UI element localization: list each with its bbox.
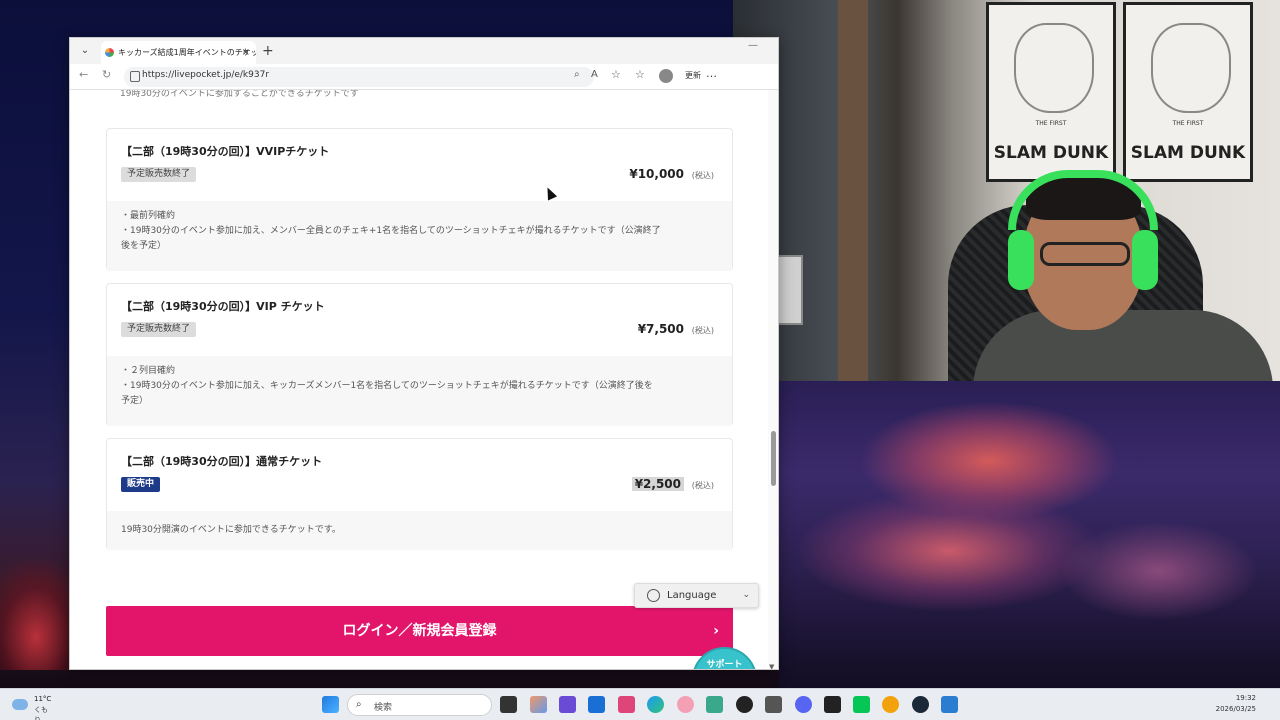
clock-date: 2026/03/25 [1215, 705, 1256, 713]
teams-icon[interactable] [559, 696, 576, 713]
browser-window: ⌄ キッカーズ結成1周年イベントのチケット × + — ← ↻ https://… [69, 37, 779, 670]
ticket-price: ¥7,500 [637, 322, 684, 336]
ticket-price: ¥2,500 [631, 477, 684, 491]
language-selector[interactable]: Language ⌄ [634, 583, 759, 608]
back-icon[interactable]: ← [79, 68, 88, 81]
ticket-card-vip[interactable]: 【二部（19時30分の回）】VIP チケット 予定販売数終了 ¥7,500 (税… [106, 283, 733, 426]
start-icon[interactable] [322, 696, 339, 713]
update-button[interactable]: 更新 [685, 70, 701, 81]
close-tab-icon[interactable]: × [242, 41, 250, 64]
store-icon[interactable] [588, 696, 605, 713]
weather-widget[interactable]: 11°C くもり [12, 694, 52, 720]
search-placeholder: 検索 [374, 703, 393, 713]
page-scrollbar[interactable]: ▼ [768, 90, 778, 669]
ticket-card-vvip[interactable]: 【二部（19時30分の回）】VVIPチケット 予定販売数終了 ¥10,000 (… [106, 128, 733, 271]
temperature: 11°C [34, 695, 52, 703]
language-label: Language [667, 590, 717, 601]
scroll-down-icon[interactable]: ▼ [769, 663, 774, 669]
poster-left-title: SLAM DUNK [993, 143, 1109, 163]
more-menu-icon[interactable]: … [706, 67, 717, 80]
site-info-icon[interactable] [130, 71, 140, 82]
discord-icon[interactable] [795, 696, 812, 713]
tax-label: (税込) [691, 481, 714, 490]
tab-title: キッカーズ結成1周年イベントのチケット [118, 48, 256, 57]
ticket-title: 【二部（19時30分の回）】VVIPチケット [121, 145, 330, 158]
previous-ticket-desc: 19時30分のイベントに参加することができるチケットです [120, 90, 359, 99]
copilot-icon[interactable] [530, 696, 547, 713]
ticket-card-regular[interactable]: 【二部（19時30分の回）】通常チケット 販売中 ¥2,500 (税込) 19時… [106, 438, 733, 550]
refresh-icon[interactable]: ↻ [102, 68, 111, 81]
profile-avatar[interactable] [659, 69, 673, 83]
cloud-icon [12, 699, 28, 710]
ticket-title: 【二部（19時30分の回）】通常チケット [121, 455, 323, 468]
read-aloud-icon[interactable]: A [591, 69, 598, 80]
status-badge: 予定販売数終了 [121, 322, 197, 337]
desc-line: ・19時30分のイベント参加に加え、メンバー全員とのチェキ+1名を指名してのツー… [121, 226, 661, 236]
glasses [1040, 242, 1130, 266]
desc-line: 19時30分開演のイベントに参加できるチケットです。 [121, 525, 341, 535]
app-icon[interactable] [677, 696, 694, 713]
app-icon[interactable] [706, 696, 723, 713]
login-register-button[interactable]: ログイン／新規会員登録 › [106, 606, 733, 656]
ticket-description: ・２列目確約 ・19時30分のイベント参加に加え、キッカーズメンバー1名を指名し… [107, 356, 732, 426]
wallpaper-sky [779, 381, 1280, 688]
zoom-icon[interactable]: ⌕ [574, 69, 580, 80]
obs-icon[interactable] [736, 696, 753, 713]
poster-left: THE FIRST SLAM DUNK [986, 2, 1116, 182]
taskbar-search[interactable]: ⌕ 検索 [347, 694, 492, 716]
favorite-star-icon[interactable]: ☆ [611, 68, 621, 81]
favorites-icon[interactable]: ☆ [635, 68, 645, 81]
ticket-title: 【二部（19時30分の回）】VIP チケット [121, 300, 325, 313]
desc-line: ・19時30分のイベント参加に加え、キッカーズメンバー1名を指名してのツーショッ… [121, 381, 653, 391]
ticket-description: 19時30分開演のイベントに参加できるチケットです。 [107, 511, 732, 550]
line-icon[interactable] [853, 696, 870, 713]
search-icon: ⌕ [356, 699, 362, 710]
steam-icon[interactable] [912, 696, 929, 713]
url-text: https://livepocket.jp/e/k937r [142, 70, 270, 80]
streamer [948, 170, 1278, 381]
url-field[interactable]: https://livepocket.jp/e/k937r ⌕ A [124, 67, 598, 87]
ticket-price: ¥10,000 [629, 167, 684, 181]
globe-icon [647, 589, 660, 602]
webcam-overlay: THE FIRST SLAM DUNK THE FIRST SLAM DUNK [733, 0, 1280, 381]
app-icon[interactable] [824, 696, 841, 713]
audio-icon[interactable] [765, 696, 782, 713]
desc-line: 予定） [121, 396, 149, 406]
clock-time: 19:32 [1235, 694, 1256, 702]
desc-line: 後を予定） [121, 241, 167, 251]
task-view-icon[interactable] [500, 696, 517, 713]
status-badge: 予定販売数終了 [121, 167, 197, 182]
tax-label: (税込) [691, 171, 714, 180]
minimize-icon[interactable]: — [748, 40, 758, 51]
edge-icon[interactable] [647, 696, 664, 713]
app-icon[interactable] [882, 696, 899, 713]
system-clock[interactable]: 19:32 2026/03/25 [1216, 693, 1256, 715]
taskbar: 11°C くもり ⌕ 検索 19:32 2026/03/25 [0, 688, 1280, 720]
poster-right-title: SLAM DUNK [1130, 143, 1246, 163]
desc-line: ・２列目確約 [121, 366, 176, 376]
favicon-icon [105, 48, 114, 57]
login-register-label: ログイン／新規会員登録 [342, 623, 497, 639]
tab-actions-chevron-icon[interactable]: ⌄ [76, 43, 94, 59]
poster-right: THE FIRST SLAM DUNK [1123, 2, 1253, 182]
support-label: サポート [706, 660, 743, 670]
tab-active[interactable]: キッカーズ結成1周年イベントのチケット × [101, 41, 256, 64]
new-tab-button[interactable]: + [262, 41, 274, 61]
address-bar-row: ← ↻ https://livepocket.jp/e/k937r ⌕ A ☆ … [70, 64, 778, 90]
tab-bar: ⌄ キッカーズ結成1周年イベントのチケット × + — [70, 38, 778, 64]
ticket-description: ・最前列確約 ・19時30分のイベント参加に加え、メンバー全員とのチェキ+1名を… [107, 201, 732, 271]
weather-condition: くもり [34, 706, 48, 720]
status-badge: 販売中 [121, 477, 161, 492]
app-icon[interactable] [941, 696, 958, 713]
poster-left-subtitle: THE FIRST [1035, 120, 1067, 127]
scrollbar-thumb[interactable] [771, 431, 776, 486]
tax-label: (税込) [691, 326, 714, 335]
poster-right-subtitle: THE FIRST [1172, 120, 1204, 127]
page-content: 19時30分のイベントに参加することができるチケットです 【二部（19時30分の… [70, 90, 778, 670]
music-icon[interactable] [618, 696, 635, 713]
desc-line: ・最前列確約 [121, 211, 176, 221]
headphones [1008, 170, 1158, 230]
chevron-down-icon: ⌄ [742, 590, 750, 600]
